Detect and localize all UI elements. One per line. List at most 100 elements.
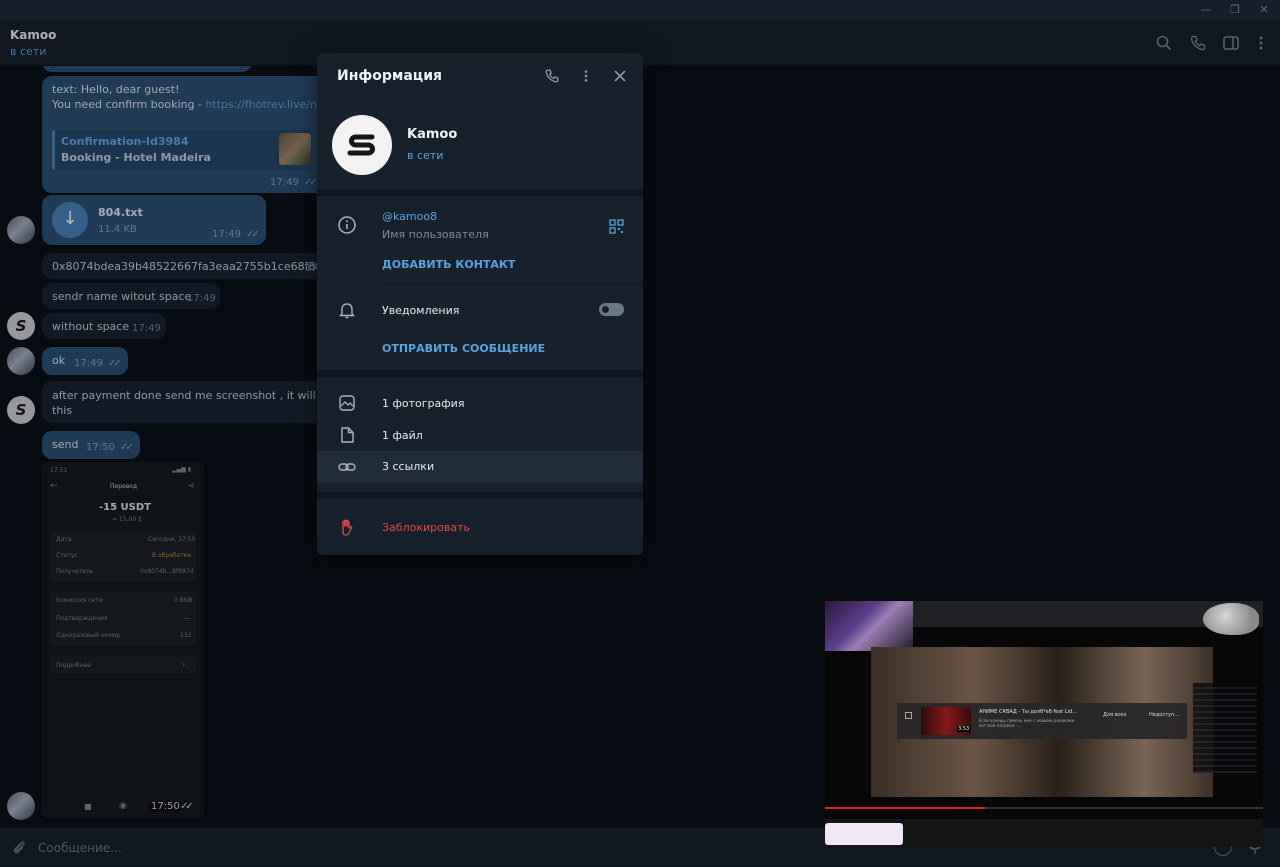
message-text: after payment done send me screenshot , … bbox=[52, 389, 352, 402]
message-time: 17:49 bbox=[270, 177, 299, 188]
phone-amount: -15 USDT bbox=[99, 502, 151, 513]
phone-row-label: Статус bbox=[56, 552, 78, 559]
stream-popup-btn2: Недоступ... bbox=[1149, 712, 1180, 718]
minimize-icon[interactable]: — bbox=[1192, 0, 1220, 20]
link-icon bbox=[338, 463, 356, 471]
phone-row-value: — bbox=[184, 615, 190, 622]
info-panel: Информация Kamoo в сети @kamoo8 Имя поль… bbox=[317, 53, 643, 555]
qr-code-icon[interactable] bbox=[609, 219, 624, 234]
search-icon[interactable] bbox=[1155, 34, 1173, 52]
file-name: 804.txt bbox=[98, 206, 143, 219]
photo-icon bbox=[339, 395, 355, 411]
message-time: 17:49 bbox=[187, 293, 216, 304]
stream-webcam bbox=[825, 601, 913, 651]
message-text: without space bbox=[52, 320, 130, 333]
read-checks-icon: ✓✓ bbox=[108, 358, 122, 369]
phone-row-label: Получатель bbox=[56, 568, 94, 575]
profile-avatar[interactable] bbox=[332, 115, 392, 175]
download-icon[interactable]: ↓ bbox=[52, 202, 88, 238]
username-link[interactable]: @kamoo8 bbox=[382, 210, 437, 223]
message-text: 0x8074bdea39b48522667fa3eaa2755b1ce68f88… bbox=[52, 260, 337, 273]
more-vertical-icon[interactable] bbox=[1252, 34, 1270, 52]
phone-row-value: Сегодня, 17:50 bbox=[148, 536, 196, 543]
bell-icon bbox=[338, 303, 356, 319]
message-text: text: Hello, dear guest! bbox=[52, 83, 180, 96]
profile-status: в сети bbox=[407, 149, 444, 162]
message-bubble[interactable]: send 17:50 ✓✓ bbox=[42, 431, 140, 459]
message-time: 17:49 bbox=[74, 358, 103, 369]
phone-nav-square-icon: ■ bbox=[84, 802, 92, 811]
stream-progress-bar bbox=[825, 807, 1263, 809]
file-size: 11.4 KB bbox=[98, 224, 137, 235]
call-icon[interactable] bbox=[544, 68, 560, 84]
close-icon[interactable] bbox=[612, 68, 628, 84]
message-bubble[interactable]: without space 17:49 bbox=[42, 313, 166, 339]
call-icon[interactable] bbox=[1189, 34, 1207, 52]
message-bubble[interactable]: text: Hello, dear guest! You need confir… bbox=[42, 76, 342, 193]
phone-chevron-icon: › bbox=[182, 660, 186, 669]
avatar[interactable]: S bbox=[7, 396, 35, 424]
avatar[interactable] bbox=[7, 216, 35, 244]
phone-back-icon: ← bbox=[50, 481, 58, 491]
divider bbox=[381, 284, 643, 285]
avatar[interactable] bbox=[7, 347, 35, 375]
avatar[interactable]: S bbox=[7, 312, 35, 340]
phone-share-icon: ⋖ bbox=[188, 481, 195, 490]
more-vertical-icon[interactable] bbox=[578, 68, 594, 84]
shared-photos-item[interactable]: 1 фотография bbox=[382, 397, 464, 410]
message-time: 17:50 bbox=[86, 442, 115, 453]
window-titlebar: — ❐ ✕ bbox=[0, 0, 1280, 20]
preview-desc: Booking - Hotel Madeira bbox=[61, 151, 211, 164]
avatar[interactable] bbox=[7, 792, 35, 820]
message-text-line2: this bbox=[52, 404, 73, 417]
section-divider bbox=[317, 492, 643, 499]
chat-status: в сети bbox=[10, 45, 47, 58]
file-message[interactable]: ↓ 804.txt 11.4 KB 17:49 ✓✓ bbox=[42, 195, 266, 245]
link-preview[interactable]: Confirmation-Id3984 Booking - Hotel Made… bbox=[52, 130, 312, 170]
photo-message[interactable]: 17:51 ▂▄▆ ▮ ← Перевод ⋖ -15 USDT ≈ 15,00… bbox=[42, 462, 204, 818]
restore-icon[interactable]: ❐ bbox=[1221, 0, 1249, 20]
message-text: ok bbox=[52, 354, 66, 367]
stream-overlay-video[interactable]: 3:53 АНИМЕ СКВАД - Ты долб*еб feat Lid..… bbox=[825, 601, 1263, 847]
shared-links-item[interactable]: 3 ссылки bbox=[382, 460, 434, 473]
stream-mascot bbox=[1203, 603, 1259, 635]
phone-nav-circle-icon: ◉ bbox=[119, 801, 127, 811]
message-bubble[interactable]: sendr name witout space 17:49 bbox=[42, 283, 220, 309]
hover-highlight bbox=[317, 451, 643, 483]
add-contact-button[interactable]: ДОБАВИТЬ КОНТАКТ bbox=[382, 258, 515, 271]
phone-row-value: В обработке bbox=[152, 552, 192, 559]
close-window-icon[interactable]: ✕ bbox=[1250, 0, 1278, 20]
message-bubble[interactable]: after payment done send me screenshot , … bbox=[42, 381, 351, 423]
message-time: 17:49 bbox=[132, 323, 161, 334]
message-bubble[interactable]: 0x8074bdea39b48522667fa3eaa2755b1ce68f88… bbox=[42, 253, 336, 279]
message-time: 17:50 bbox=[148, 801, 183, 812]
profile-logo-icon bbox=[347, 134, 375, 156]
phone-row-label: Комиссия сети bbox=[56, 597, 103, 604]
preview-title: Confirmation-Id3984 bbox=[61, 135, 189, 148]
read-checks-icon: ✓✓ bbox=[180, 801, 194, 812]
section-divider bbox=[317, 189, 643, 196]
message-bubble[interactable]: ok 17:49 ✓✓ bbox=[42, 347, 128, 375]
phone-row-label: Одноразовый номер bbox=[56, 632, 121, 639]
phone-row-label: Подтверждения bbox=[56, 615, 108, 622]
phone-details: Подробнее bbox=[56, 662, 91, 669]
phone-signal-icon: ▂▄▆ ▮ bbox=[172, 466, 192, 473]
attach-icon[interactable] bbox=[10, 838, 28, 856]
shared-files-item[interactable]: 1 файл bbox=[382, 429, 423, 442]
stream-popup-duration: 3:53 bbox=[957, 726, 971, 732]
phone-row-label: Дата bbox=[56, 536, 72, 543]
stream-popup: 3:53 АНИМЕ СКВАД - Ты долб*еб feat Lid..… bbox=[897, 703, 1187, 739]
phone-row-value: 0 BNB bbox=[174, 597, 193, 604]
block-user-button[interactable]: Заблокировать bbox=[382, 521, 470, 534]
phone-screen-title: Перевод bbox=[110, 483, 138, 490]
section-divider bbox=[317, 370, 643, 377]
block-hand-icon bbox=[342, 519, 353, 536]
message-bubble[interactable] bbox=[42, 66, 252, 72]
send-message-button[interactable]: ОТПРАВИТЬ СООБЩЕНИЕ bbox=[382, 342, 545, 355]
message-text: sendr name witout space bbox=[52, 290, 192, 303]
panel-title: Информация bbox=[337, 68, 442, 84]
notifications-toggle[interactable] bbox=[599, 303, 624, 316]
username-label: Имя пользователя bbox=[382, 228, 489, 241]
chat-title[interactable]: Kamoo bbox=[10, 28, 56, 42]
sidebar-toggle-icon[interactable] bbox=[1222, 34, 1240, 52]
